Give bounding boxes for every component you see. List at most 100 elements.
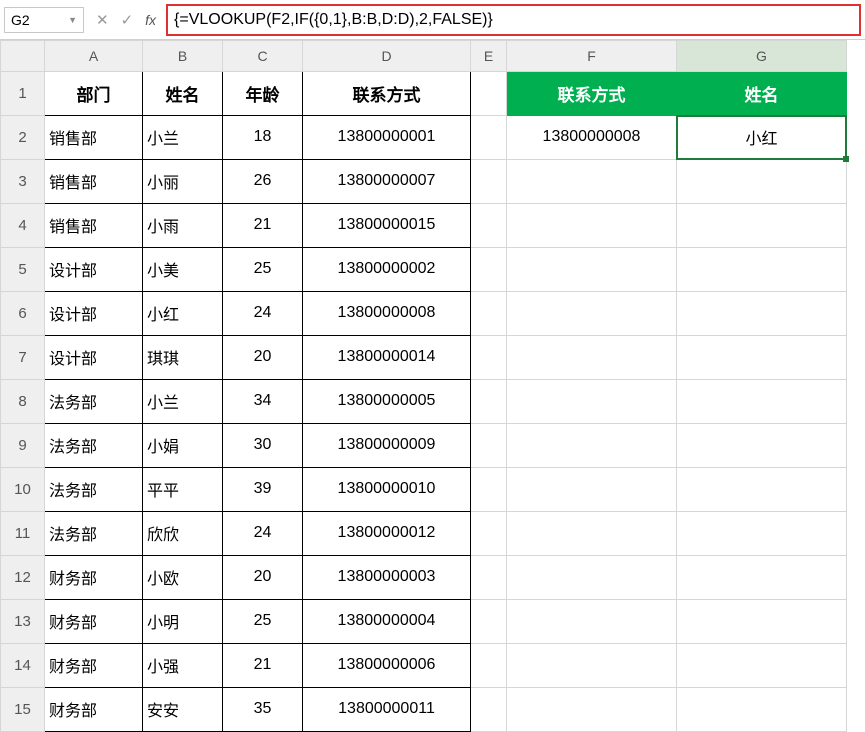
cell[interactable]: 24 bbox=[223, 511, 303, 555]
cell[interactable]: 法务部 bbox=[45, 511, 143, 555]
col-head-G[interactable]: G bbox=[677, 41, 847, 72]
cell[interactable]: 小娟 bbox=[143, 423, 223, 467]
cell[interactable] bbox=[507, 247, 677, 291]
cell[interactable]: 小兰 bbox=[143, 379, 223, 423]
cell[interactable]: 小强 bbox=[143, 643, 223, 687]
row-head-15[interactable]: 15 bbox=[1, 687, 45, 731]
cell[interactable]: 法务部 bbox=[45, 423, 143, 467]
cell[interactable]: 13800000006 bbox=[303, 643, 471, 687]
cell[interactable] bbox=[507, 203, 677, 247]
cell[interactable] bbox=[677, 511, 847, 555]
cell[interactable]: 安安 bbox=[143, 687, 223, 731]
row-head-2[interactable]: 2 bbox=[1, 115, 45, 159]
cell[interactable]: 联系方式 bbox=[507, 71, 677, 115]
worksheet-grid[interactable]: A B C D E F G 1 部门 姓名 年龄 联系方式 联系方式 姓名 2 … bbox=[0, 40, 865, 732]
cell[interactable]: 34 bbox=[223, 379, 303, 423]
cell[interactable]: 法务部 bbox=[45, 467, 143, 511]
cell[interactable] bbox=[677, 423, 847, 467]
cell[interactable]: 销售部 bbox=[45, 203, 143, 247]
cell[interactable]: 13800000007 bbox=[303, 159, 471, 203]
cell[interactable]: 20 bbox=[223, 335, 303, 379]
cell[interactable] bbox=[507, 643, 677, 687]
cell[interactable] bbox=[677, 643, 847, 687]
dropdown-icon[interactable]: ▼ bbox=[68, 15, 77, 25]
cell[interactable] bbox=[677, 687, 847, 731]
cell[interactable] bbox=[471, 467, 507, 511]
cell[interactable]: 小红 bbox=[143, 291, 223, 335]
cell[interactable] bbox=[471, 115, 507, 159]
cell[interactable] bbox=[507, 423, 677, 467]
cell[interactable]: 25 bbox=[223, 599, 303, 643]
cancel-icon[interactable]: ✕ bbox=[96, 11, 109, 29]
cell[interactable] bbox=[471, 379, 507, 423]
cell[interactable] bbox=[471, 599, 507, 643]
cell[interactable] bbox=[471, 159, 507, 203]
row-head-5[interactable]: 5 bbox=[1, 247, 45, 291]
cell[interactable]: 13800000008 bbox=[303, 291, 471, 335]
cell[interactable] bbox=[677, 203, 847, 247]
cell[interactable]: 部门 bbox=[45, 71, 143, 115]
cell[interactable]: 30 bbox=[223, 423, 303, 467]
cell[interactable]: 小明 bbox=[143, 599, 223, 643]
select-all-corner[interactable] bbox=[1, 41, 45, 72]
cell[interactable]: 13800000009 bbox=[303, 423, 471, 467]
col-head-E[interactable]: E bbox=[471, 41, 507, 72]
col-head-A[interactable]: A bbox=[45, 41, 143, 72]
cell[interactable]: 财务部 bbox=[45, 599, 143, 643]
cell[interactable] bbox=[507, 687, 677, 731]
cell[interactable]: 小雨 bbox=[143, 203, 223, 247]
row-head-14[interactable]: 14 bbox=[1, 643, 45, 687]
cell[interactable] bbox=[471, 643, 507, 687]
cell[interactable]: 24 bbox=[223, 291, 303, 335]
fill-handle[interactable] bbox=[843, 156, 849, 162]
cell[interactable] bbox=[507, 599, 677, 643]
cell[interactable] bbox=[507, 511, 677, 555]
cell[interactable]: 13800000005 bbox=[303, 379, 471, 423]
row-head-7[interactable]: 7 bbox=[1, 335, 45, 379]
cell[interactable] bbox=[507, 335, 677, 379]
cell[interactable]: 姓名 bbox=[143, 71, 223, 115]
cell[interactable]: 财务部 bbox=[45, 555, 143, 599]
cell[interactable]: 财务部 bbox=[45, 643, 143, 687]
cell[interactable]: 35 bbox=[223, 687, 303, 731]
cell[interactable] bbox=[471, 555, 507, 599]
cell[interactable] bbox=[677, 467, 847, 511]
cell[interactable]: 联系方式 bbox=[303, 71, 471, 115]
row-head-13[interactable]: 13 bbox=[1, 599, 45, 643]
row-head-9[interactable]: 9 bbox=[1, 423, 45, 467]
cell[interactable]: 设计部 bbox=[45, 335, 143, 379]
cell[interactable]: 小美 bbox=[143, 247, 223, 291]
cell[interactable] bbox=[677, 335, 847, 379]
cell[interactable]: 法务部 bbox=[45, 379, 143, 423]
row-head-1[interactable]: 1 bbox=[1, 71, 45, 115]
cell[interactable] bbox=[507, 467, 677, 511]
cell[interactable] bbox=[677, 599, 847, 643]
cell[interactable]: 13800000001 bbox=[303, 115, 471, 159]
cell[interactable]: 销售部 bbox=[45, 115, 143, 159]
row-head-11[interactable]: 11 bbox=[1, 511, 45, 555]
cell[interactable]: 年龄 bbox=[223, 71, 303, 115]
col-head-C[interactable]: C bbox=[223, 41, 303, 72]
cell[interactable] bbox=[507, 291, 677, 335]
fx-icon[interactable]: fx bbox=[145, 12, 156, 28]
cell[interactable]: 琪琪 bbox=[143, 335, 223, 379]
cell[interactable]: 设计部 bbox=[45, 291, 143, 335]
cell[interactable]: 13800000011 bbox=[303, 687, 471, 731]
cell[interactable] bbox=[471, 291, 507, 335]
cell[interactable] bbox=[677, 379, 847, 423]
row-head-10[interactable]: 10 bbox=[1, 467, 45, 511]
row-head-8[interactable]: 8 bbox=[1, 379, 45, 423]
enter-icon[interactable]: ✓ bbox=[121, 11, 134, 29]
cell[interactable]: 21 bbox=[223, 203, 303, 247]
cell[interactable]: 小丽 bbox=[143, 159, 223, 203]
cell[interactable] bbox=[471, 423, 507, 467]
selected-cell[interactable]: 小红 bbox=[677, 115, 847, 159]
cell[interactable] bbox=[471, 335, 507, 379]
cell[interactable] bbox=[471, 71, 507, 115]
cell[interactable]: 25 bbox=[223, 247, 303, 291]
name-box[interactable]: G2 ▼ bbox=[4, 7, 84, 33]
row-head-3[interactable]: 3 bbox=[1, 159, 45, 203]
cell[interactable] bbox=[471, 687, 507, 731]
cell[interactable] bbox=[507, 379, 677, 423]
row-head-6[interactable]: 6 bbox=[1, 291, 45, 335]
